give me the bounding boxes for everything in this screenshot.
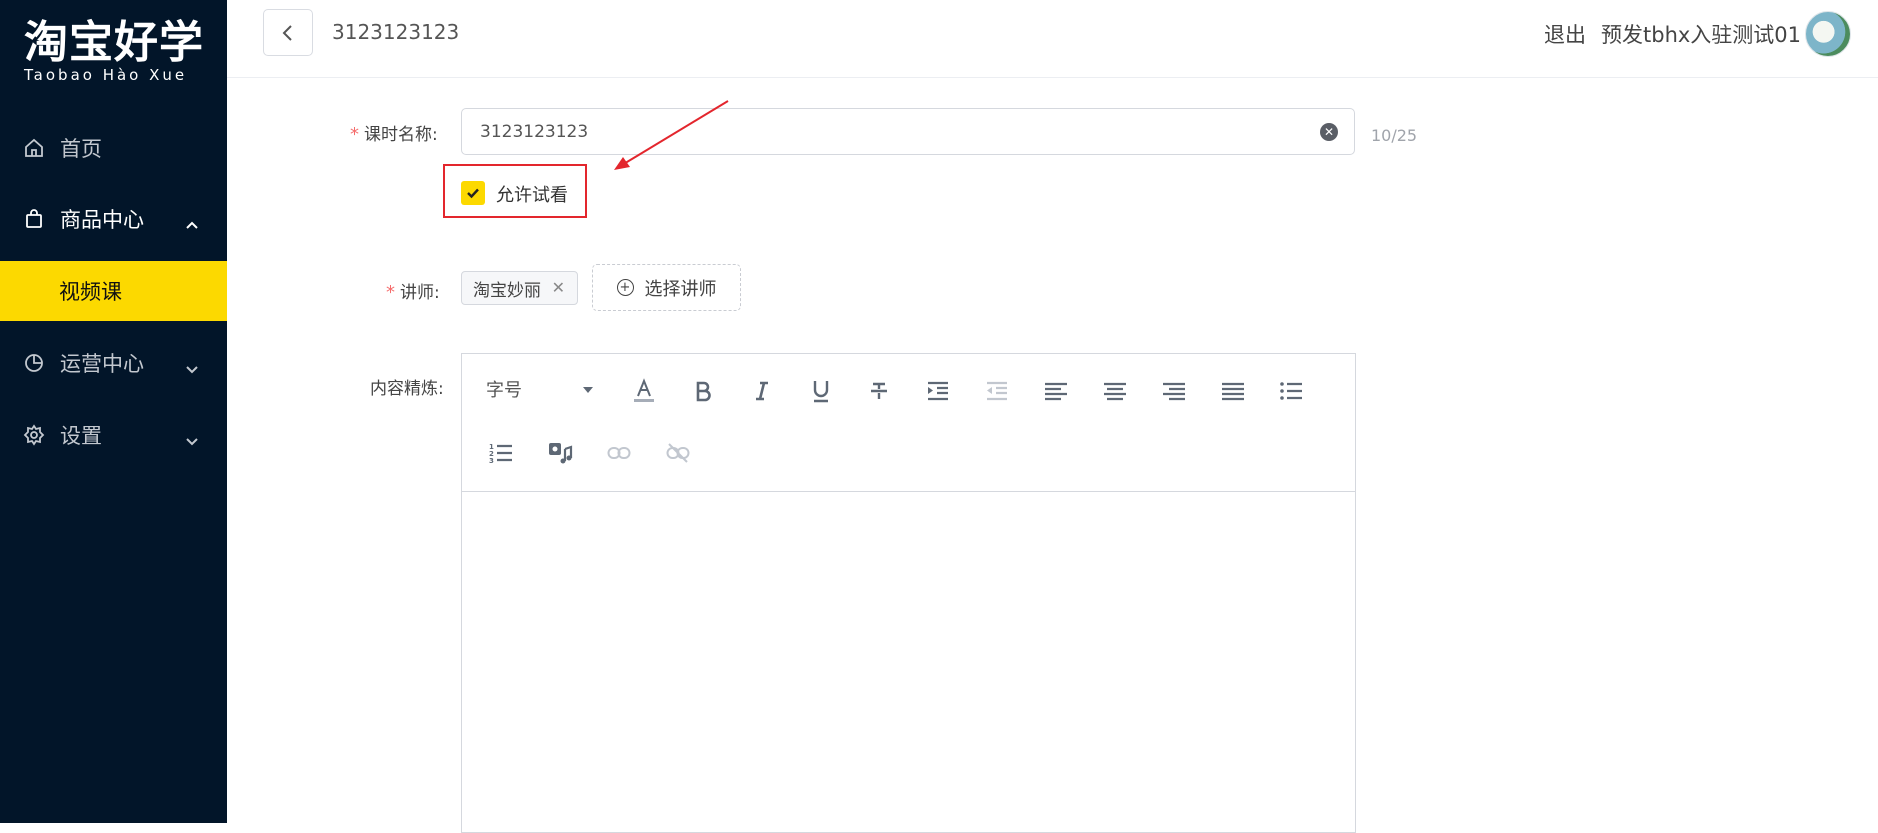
required-mark: *: [386, 282, 395, 303]
teacher-label-text: 讲师:: [400, 283, 440, 303]
font-color-icon[interactable]: [629, 376, 659, 406]
logo-cn: 淘宝好学: [24, 17, 204, 68]
avatar[interactable]: [1805, 11, 1851, 57]
italic-icon[interactable]: [747, 376, 777, 406]
ordered-list-icon[interactable]: 123: [486, 438, 516, 468]
header: 3123123123 退出 预发tbhx入驻测试01: [227, 0, 1878, 78]
justify-icon[interactable]: [1218, 376, 1248, 406]
username[interactable]: 预发tbhx入驻测试01: [1601, 19, 1801, 49]
content-label: 内容精炼:: [370, 379, 444, 399]
teacher-tag-text: 淘宝妙丽: [473, 280, 541, 301]
chevron-down-icon: [185, 355, 199, 379]
sidebar: 淘宝好学 Taobao Hào Xue 首页 商品中心 视频课 运营中心 设置: [0, 0, 227, 823]
clear-icon[interactable]: ✕: [1320, 123, 1338, 141]
outdent-icon[interactable]: [982, 376, 1012, 406]
chevron-up-icon: [185, 211, 199, 235]
unlink-icon[interactable]: [663, 438, 693, 468]
char-counter: 10/25: [1371, 126, 1418, 145]
teacher-tag: 淘宝妙丽 ✕: [461, 271, 578, 305]
home-icon: [22, 136, 46, 160]
page-title: 3123123123: [332, 20, 460, 44]
bold-icon[interactable]: [688, 376, 718, 406]
media-icon[interactable]: [545, 438, 575, 468]
sidebar-item-video-course[interactable]: 视频课: [0, 261, 227, 321]
lesson-name-label-text: 课时名称:: [364, 125, 438, 145]
sidebar-item-label: 首页: [60, 137, 102, 161]
required-mark: *: [350, 124, 359, 145]
plus-circle-icon: +: [616, 279, 634, 296]
annotation-arrow-icon: [614, 100, 729, 170]
gear-icon: [22, 423, 46, 447]
back-button[interactable]: [263, 9, 313, 56]
allow-preview-checkbox[interactable]: [461, 181, 485, 205]
choose-teacher-button[interactable]: + 选择讲师: [592, 264, 741, 311]
teacher-label: * 讲师:: [386, 278, 440, 303]
lesson-name-value: 3123123123: [480, 121, 589, 142]
indent-icon[interactable]: [923, 376, 953, 406]
pie-chart-icon: [22, 351, 46, 375]
sidebar-item-label: 商品中心: [60, 208, 144, 232]
logout-link[interactable]: 退出: [1544, 19, 1586, 49]
link-icon[interactable]: [604, 438, 634, 468]
chevron-down-icon: [185, 427, 199, 451]
strikethrough-icon[interactable]: [864, 376, 894, 406]
chevron-left-icon: [282, 24, 292, 41]
check-icon: [467, 188, 479, 199]
sidebar-item-label: 视频课: [59, 280, 122, 304]
editor-content-area[interactable]: [462, 493, 1355, 833]
align-right-icon[interactable]: [1159, 376, 1189, 406]
sidebar-item-label: 运营中心: [60, 352, 144, 376]
font-size-select[interactable]: 字号: [486, 376, 522, 402]
align-center-icon[interactable]: [1100, 376, 1130, 406]
close-icon[interactable]: ✕: [552, 278, 565, 297]
choose-teacher-label: 选择讲师: [644, 278, 717, 300]
sidebar-item-home[interactable]: 首页: [0, 118, 227, 178]
align-left-icon[interactable]: [1041, 376, 1071, 406]
editor-toolbar: 字号 1 2 3: [462, 354, 1355, 492]
logo-en: Taobao Hào Xue: [24, 66, 188, 84]
lesson-name-label: * 课时名称:: [350, 120, 438, 145]
svg-text:3: 3: [489, 457, 494, 464]
allow-preview-label[interactable]: 允许试看: [496, 181, 568, 207]
rich-text-editor: 字号 1 2 3: [461, 353, 1356, 833]
caret-down-icon[interactable]: [583, 387, 593, 393]
sidebar-item-product-center[interactable]: 商品中心: [0, 189, 227, 249]
sidebar-item-label: 设置: [60, 424, 102, 448]
sidebar-item-operations-center[interactable]: 运营中心: [0, 333, 227, 393]
bullet-list-icon[interactable]: [1276, 376, 1306, 406]
logo: 淘宝好学 Taobao Hào Xue: [24, 17, 204, 85]
lesson-name-input[interactable]: 3123123123 ✕: [461, 108, 1355, 155]
underline-icon[interactable]: [806, 376, 836, 406]
sidebar-item-settings[interactable]: 设置: [0, 405, 227, 465]
shopping-bag-icon: [22, 207, 46, 231]
